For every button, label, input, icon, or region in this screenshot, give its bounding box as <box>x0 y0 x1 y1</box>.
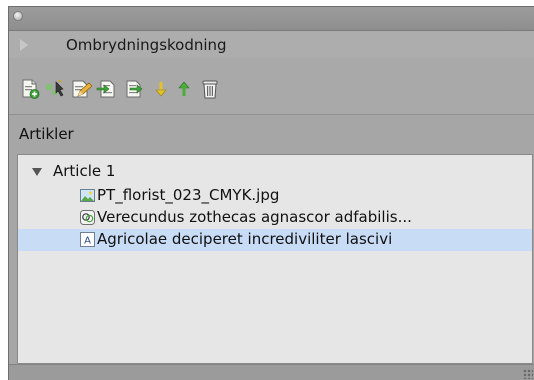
item-label: Verecundus zothecas agnascor adfabilis..… <box>97 208 412 226</box>
item-label: PT_florist_023_CMYK.jpg <box>97 186 280 204</box>
move-up-icon[interactable] <box>173 78 195 100</box>
articles-header: Artikler <box>9 115 534 155</box>
window-frame: Ombrydningskodning Artikler Article 1 PT… <box>0 0 534 380</box>
linked-story-icon <box>80 210 95 225</box>
text-frame-icon: A <box>80 232 95 247</box>
item-label: Agricolae deciperet incrediviliter lasci… <box>97 230 393 248</box>
articles-tree[interactable]: Article 1 PT_florist_023_CMYK.jpg Verecu… <box>17 154 533 364</box>
image-file-icon <box>80 188 95 203</box>
resize-grip-icon[interactable] <box>523 369 533 379</box>
toolbar <box>9 58 534 115</box>
section-header[interactable]: Ombrydningskodning <box>9 31 534 58</box>
tree-article-row[interactable]: Article 1 <box>18 161 532 183</box>
add-to-article-icon[interactable] <box>44 78 66 100</box>
articles-label: Artikler <box>19 125 74 143</box>
trash-icon[interactable] <box>199 78 221 100</box>
panel-statusbar <box>9 364 534 380</box>
expand-triangle-icon[interactable] <box>32 168 42 176</box>
disclosure-triangle-icon[interactable] <box>20 39 28 51</box>
new-document-icon[interactable] <box>19 78 41 100</box>
import-icon[interactable] <box>96 78 118 100</box>
export-icon[interactable] <box>122 78 144 100</box>
tagging-panel: Ombrydningskodning Artikler Article 1 PT… <box>8 6 534 380</box>
article-label: Article 1 <box>53 162 116 180</box>
close-icon[interactable] <box>13 11 23 21</box>
svg-text:A: A <box>84 236 91 247</box>
tree-item-text-selected[interactable]: A Agricolae deciperet incrediviliter las… <box>18 229 532 251</box>
section-title: Ombrydningskodning <box>66 36 227 54</box>
move-down-icon[interactable] <box>150 78 172 100</box>
tree-item-story[interactable]: Verecundus zothecas agnascor adfabilis..… <box>18 207 532 229</box>
edit-article-icon[interactable] <box>70 78 92 100</box>
tree-item-image[interactable]: PT_florist_023_CMYK.jpg <box>18 185 532 207</box>
panel-titlebar[interactable] <box>9 7 534 31</box>
